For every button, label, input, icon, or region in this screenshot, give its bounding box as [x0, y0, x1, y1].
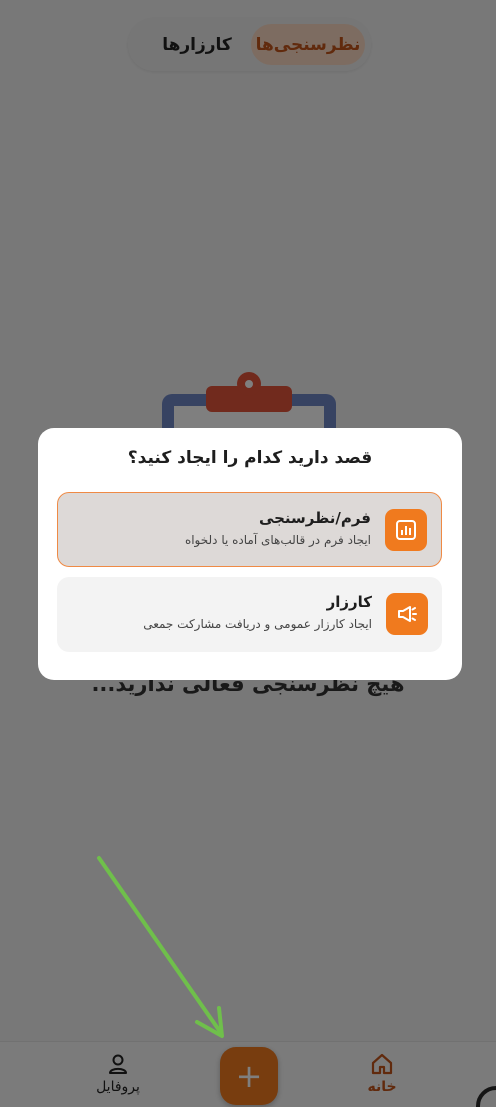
dialog-title: قصد دارید کدام را ایجاد کنید؟ — [127, 448, 373, 468]
option-description: ایجاد کارزار عمومی و دریافت مشارکت جمعی — [143, 617, 372, 631]
option-form-poll[interactable]: فرم/نظرسنجی ایجاد فرم در قالب‌های آماده … — [57, 492, 442, 567]
megaphone-icon — [386, 593, 428, 635]
option-title: کارزار — [326, 593, 372, 611]
option-title: فرم/نظرسنجی — [258, 509, 371, 527]
chart-icon — [385, 509, 427, 551]
create-type-dialog: قصد دارید کدام را ایجاد کنید؟ فرم/نظرسنج… — [38, 428, 462, 680]
option-campaign[interactable]: کارزار ایجاد کارزار عمومی و دریافت مشارک… — [57, 577, 442, 652]
option-description: ایجاد فرم در قالب‌های آماده یا دلخواه — [184, 533, 371, 547]
